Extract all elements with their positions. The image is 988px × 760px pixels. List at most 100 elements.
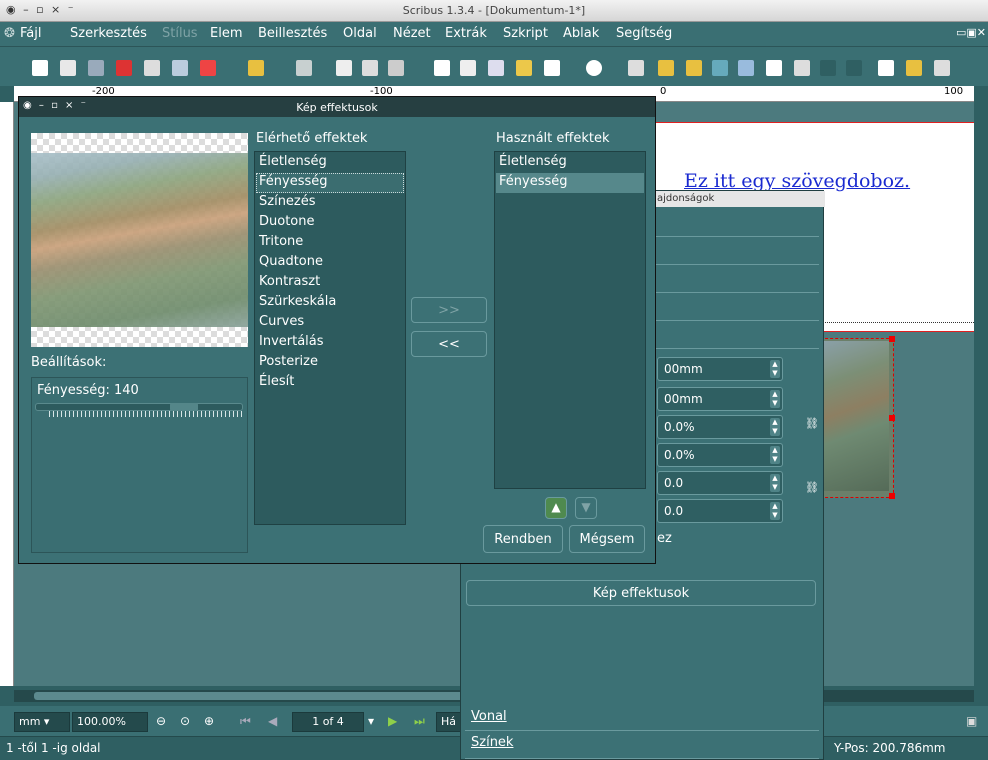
y-dpi-field[interactable]: 0.0 ▲ ▼ bbox=[657, 499, 783, 523]
used-effects-list[interactable]: Életlenség Fényesség bbox=[494, 151, 646, 489]
resize-handle[interactable] bbox=[889, 336, 895, 342]
print-icon[interactable] bbox=[144, 60, 160, 76]
link-dpi-icon[interactable]: ⛓ bbox=[805, 481, 819, 494]
edit-text-icon[interactable] bbox=[766, 60, 782, 76]
unlink-frames-icon[interactable] bbox=[820, 60, 836, 76]
add-effect-button[interactable]: >> bbox=[411, 297, 487, 323]
copy-properties-icon[interactable] bbox=[878, 60, 894, 76]
unit-select[interactable]: mm ▾ bbox=[14, 712, 70, 732]
layer-select[interactable]: Há bbox=[436, 712, 462, 732]
freehand-icon[interactable] bbox=[686, 60, 702, 76]
cut-icon[interactable] bbox=[336, 60, 352, 76]
link-frames-icon[interactable] bbox=[794, 60, 810, 76]
save-icon[interactable] bbox=[88, 60, 104, 76]
menu-edit[interactable]: Szerkesztés bbox=[70, 26, 147, 41]
open-icon[interactable] bbox=[60, 60, 76, 76]
list-item[interactable]: Élesít bbox=[259, 374, 294, 389]
menu-style[interactable]: Stílus bbox=[162, 26, 198, 41]
spin-arrows[interactable]: ▲ ▼ bbox=[770, 360, 780, 378]
list-item[interactable]: Curves bbox=[259, 314, 304, 329]
x-scale-field[interactable]: 0.0% ▲ ▼ bbox=[657, 415, 783, 439]
bezier-icon[interactable] bbox=[658, 60, 674, 76]
resize-handle[interactable] bbox=[889, 493, 895, 499]
copy-icon[interactable] bbox=[362, 60, 378, 76]
slider-knob[interactable] bbox=[170, 403, 198, 411]
list-item[interactable]: Életlenség bbox=[259, 154, 327, 169]
list-item[interactable]: Színezés bbox=[259, 194, 316, 209]
list-item[interactable]: Kontraszt bbox=[259, 274, 320, 289]
section-colors[interactable] bbox=[465, 731, 819, 759]
list-item[interactable]: Posterize bbox=[259, 354, 318, 369]
menu-file[interactable]: Fájl bbox=[20, 26, 41, 41]
rotate-icon[interactable] bbox=[712, 60, 728, 76]
image-frame[interactable] bbox=[820, 336, 895, 499]
spin-arrows[interactable]: ▲ ▼ bbox=[770, 502, 780, 520]
menu-help[interactable]: Segítség bbox=[616, 26, 672, 41]
move-up-icon[interactable]: ▲ bbox=[545, 497, 567, 519]
first-page-icon[interactable]: ⏮ bbox=[240, 714, 251, 729]
menu-extras[interactable]: Extrák bbox=[445, 26, 487, 41]
list-item[interactable]: Fényesség bbox=[259, 174, 328, 189]
colors-section-label[interactable]: Színek bbox=[471, 735, 513, 750]
polygon-icon[interactable] bbox=[586, 60, 602, 76]
pdf-tools-icon[interactable] bbox=[934, 60, 950, 76]
zoom-out-icon[interactable]: ⊖ bbox=[156, 714, 166, 728]
mdi-controls[interactable]: ▭▣✕ bbox=[956, 26, 986, 39]
select-tool-icon[interactable] bbox=[434, 60, 450, 76]
list-item[interactable]: Szürkeskála bbox=[259, 294, 336, 309]
redo-icon[interactable] bbox=[296, 60, 312, 76]
zoom-actual-icon[interactable]: ⊙ bbox=[180, 714, 190, 728]
pdf-export-icon[interactable] bbox=[200, 60, 216, 76]
y-offset-field[interactable]: 00mm ▲ ▼ bbox=[657, 387, 783, 411]
preflight-icon[interactable] bbox=[172, 60, 188, 76]
zoom-in-icon[interactable]: ⊕ bbox=[204, 714, 214, 728]
list-item[interactable]: Életlenség bbox=[499, 154, 567, 169]
last-page-icon[interactable]: ⏭ bbox=[414, 714, 425, 729]
zoom-field[interactable]: 100.00% bbox=[72, 712, 148, 732]
menu-page[interactable]: Oldal bbox=[343, 26, 377, 41]
list-item[interactable]: Quadtone bbox=[259, 254, 323, 269]
image-effects-button[interactable]: Kép effektusok bbox=[466, 580, 816, 606]
list-item[interactable]: Duotone bbox=[259, 214, 315, 229]
cancel-button[interactable]: Mégsem bbox=[569, 525, 645, 553]
menu-script[interactable]: Szkript bbox=[503, 26, 548, 41]
checkbox-label[interactable]: ez bbox=[657, 531, 672, 546]
menu-insert[interactable]: Beillesztés bbox=[258, 26, 327, 41]
link-scale-icon[interactable]: ⛓ bbox=[805, 417, 819, 430]
preview-mode-icon[interactable]: ▣ bbox=[966, 714, 977, 728]
x-dpi-field[interactable]: 0.0 ▲ ▼ bbox=[657, 471, 783, 495]
zoom-icon[interactable] bbox=[738, 60, 754, 76]
list-item[interactable]: Tritone bbox=[259, 234, 303, 249]
close-document-icon[interactable] bbox=[116, 60, 132, 76]
shape-icon[interactable] bbox=[544, 60, 560, 76]
spin-arrows[interactable]: ▲ ▼ bbox=[770, 390, 780, 408]
page-dropdown-icon[interactable]: ▾ bbox=[368, 714, 374, 728]
list-item[interactable]: Fényesség bbox=[499, 174, 568, 189]
text-frame-icon[interactable] bbox=[460, 60, 476, 76]
scrollbar-thumb[interactable] bbox=[34, 692, 464, 700]
image-frame-icon[interactable] bbox=[488, 60, 504, 76]
page-select[interactable]: 1 of 4 bbox=[292, 712, 364, 732]
undo-icon[interactable] bbox=[248, 60, 264, 76]
table-icon[interactable] bbox=[516, 60, 532, 76]
new-document-icon[interactable] bbox=[32, 60, 48, 76]
previous-page-icon[interactable]: ◀ bbox=[268, 714, 277, 728]
next-page-icon[interactable]: ▶ bbox=[388, 714, 397, 728]
spin-arrows[interactable]: ▲ ▼ bbox=[770, 418, 780, 436]
text-frame[interactable]: Ez itt egy szövegdoboz. bbox=[684, 170, 910, 192]
ok-button[interactable]: Rendben bbox=[483, 525, 563, 553]
menu-windows[interactable]: Ablak bbox=[563, 26, 599, 41]
eyedropper-icon[interactable] bbox=[906, 60, 922, 76]
measure-icon[interactable] bbox=[846, 60, 862, 76]
y-scale-field[interactable]: 0.0% ▲ ▼ bbox=[657, 443, 783, 467]
move-down-icon[interactable]: ▼ bbox=[575, 497, 597, 519]
remove-effect-button[interactable]: << bbox=[411, 331, 487, 357]
menu-item[interactable]: Elem bbox=[210, 26, 243, 41]
line-icon[interactable] bbox=[628, 60, 644, 76]
resize-handle[interactable] bbox=[889, 415, 895, 421]
x-offset-field[interactable]: 00mm ▲ ▼ bbox=[657, 357, 783, 381]
section-line[interactable] bbox=[465, 701, 819, 731]
line-section-label[interactable]: Vonal bbox=[471, 709, 507, 724]
spin-arrows[interactable]: ▲ ▼ bbox=[770, 446, 780, 464]
list-item[interactable]: Invertálás bbox=[259, 334, 324, 349]
